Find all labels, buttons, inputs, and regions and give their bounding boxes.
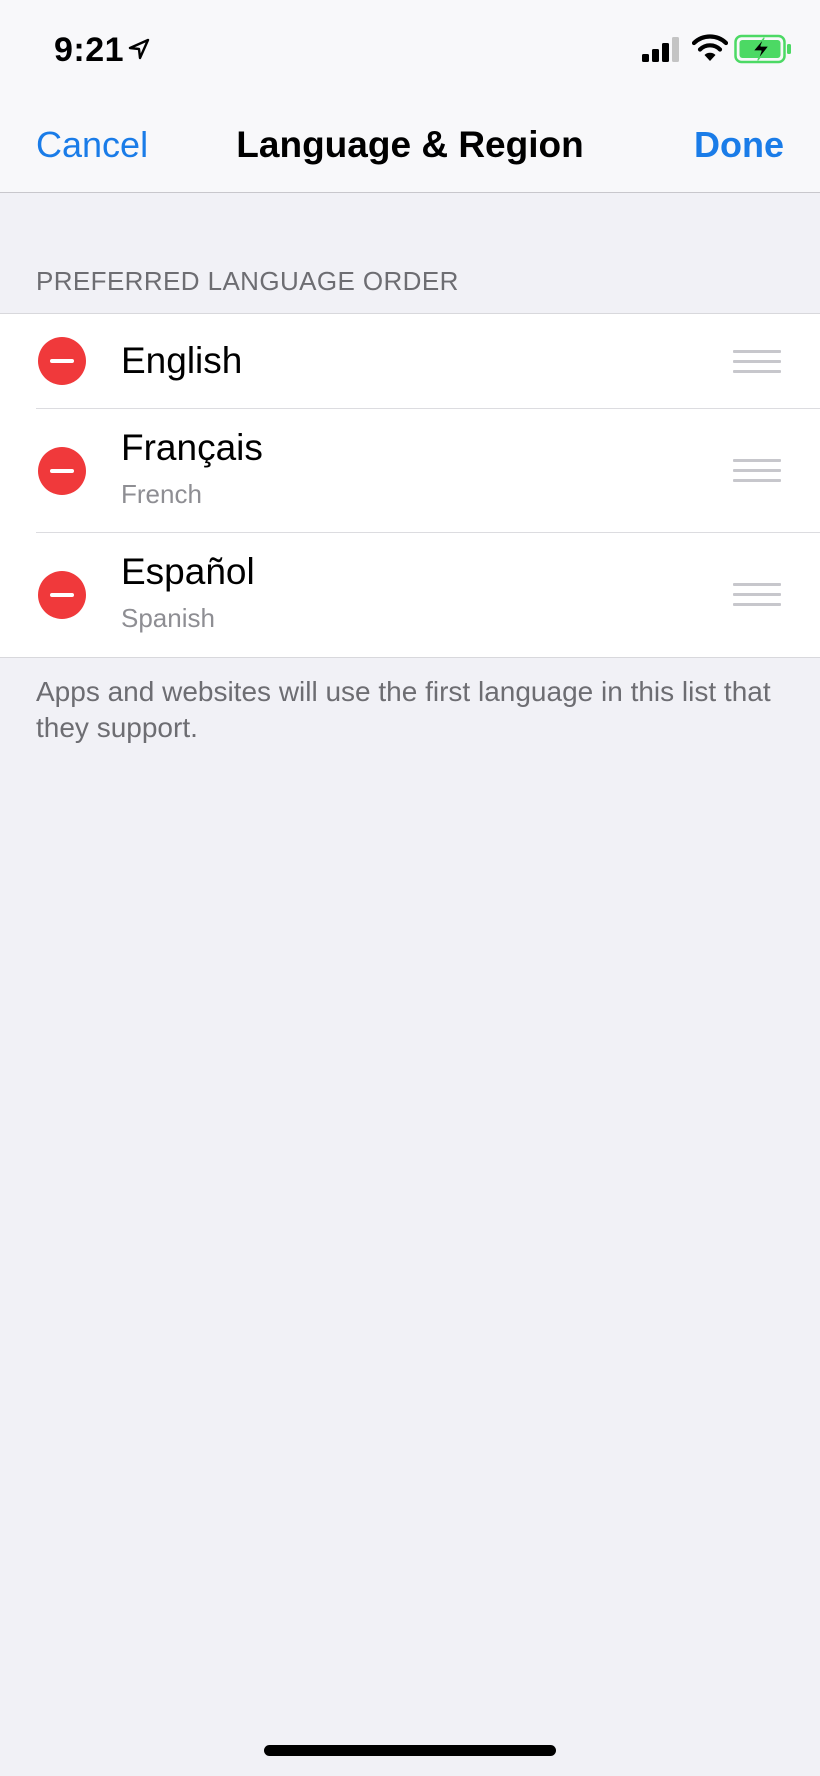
location-arrow-icon [128, 38, 150, 60]
reorder-handle-icon[interactable] [733, 350, 781, 374]
wifi-icon [692, 34, 728, 61]
minus-icon [50, 359, 74, 363]
language-row-francais: Français French [0, 409, 820, 533]
done-button[interactable]: Done [694, 124, 784, 166]
navigation-bar: Cancel Language & Region Done [0, 96, 820, 193]
status-bar: 9:21 [0, 0, 820, 96]
battery-charging-icon [734, 34, 791, 64]
footer-note: Apps and websites will use the first lan… [36, 676, 771, 743]
minus-icon [50, 469, 74, 473]
delete-francais-button[interactable] [38, 447, 86, 495]
language-name: Español [121, 551, 255, 592]
language-name: English [121, 340, 243, 381]
section-header: PREFERRED LANGUAGE ORDER [36, 266, 459, 296]
language-subtitle: Spanish [121, 603, 215, 633]
reorder-handle-icon[interactable] [733, 583, 781, 607]
delete-espanol-button[interactable] [38, 571, 86, 619]
reorder-handle-icon[interactable] [733, 459, 781, 483]
language-subtitle: French [121, 479, 202, 509]
language-row-english: English [0, 314, 820, 409]
language-row-espanol: Español Spanish [0, 533, 820, 657]
delete-english-button[interactable] [38, 337, 86, 385]
minus-icon [50, 593, 74, 597]
status-time: 9:21 [54, 31, 125, 69]
cellular-signal-icon [642, 37, 679, 62]
language-name: Français [121, 427, 263, 468]
home-indicator[interactable] [264, 1745, 556, 1756]
language-list: English Français French Español Spanish [0, 313, 820, 658]
